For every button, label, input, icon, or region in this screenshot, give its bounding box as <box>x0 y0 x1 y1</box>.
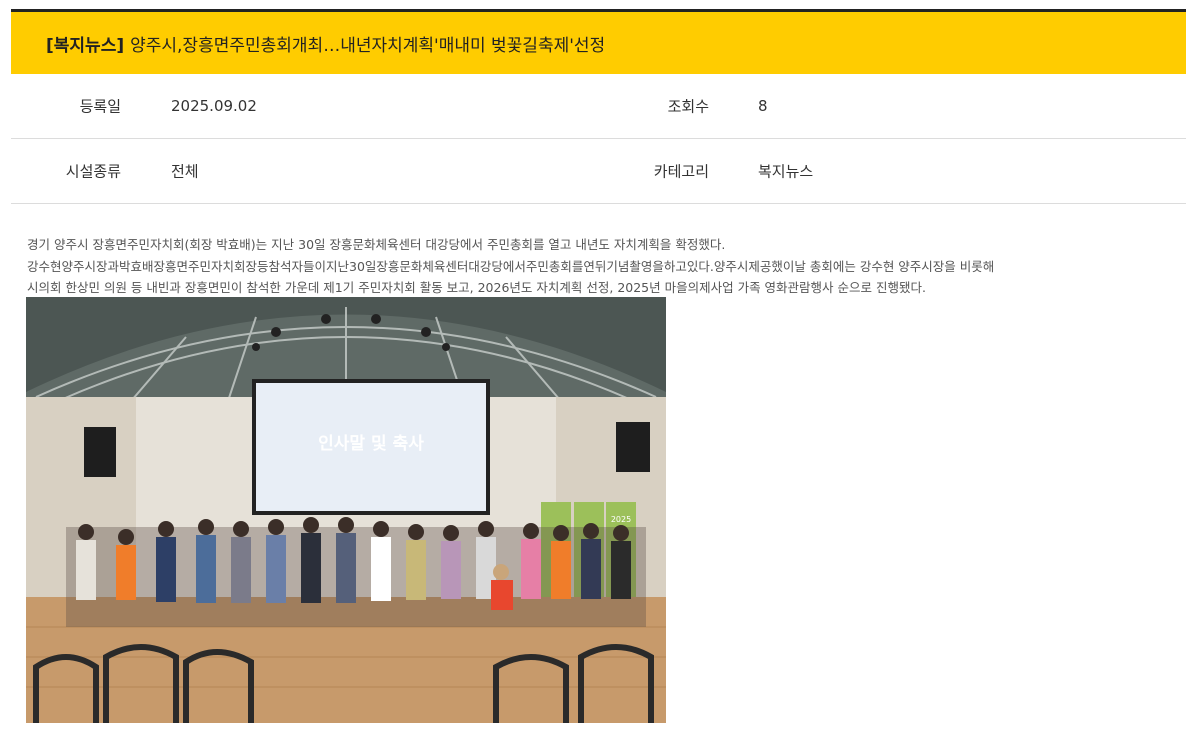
facility-label: 시설종류 <box>65 162 121 181</box>
date-label: 등록일 <box>79 97 121 116</box>
article-photo: 인사말 및 축사 2025 <box>26 297 666 723</box>
meta-row-date-views: 등록일 2025.09.02 조회수 8 <box>11 74 1186 139</box>
article-body: 경기 양주시 장흥면주민자치회(회장 박효배)는 지난 30일 장흥문화체육센터… <box>27 234 1177 299</box>
article-line: 강수현양주시장과박효배장흥면주민자치회장등참석자들이지난30일장흥문화체육센터대… <box>27 258 995 274</box>
article-line: 시의회 한상민 의원 등 내빈과 장흥면민이 참석한 가운데 제1기 주민자치회… <box>27 280 926 295</box>
screen-text: 인사말 및 축사 <box>318 433 424 454</box>
post-title: 양주시,장흥면주민총회개최…내년자치계획'매내미 벚꽃길축제'선정 <box>130 35 606 56</box>
post-title-bar: [복지뉴스] 양주시,장흥면주민총회개최…내년자치계획'매내미 벚꽃길축제'선정 <box>11 12 1186 74</box>
post-category: [복지뉴스] <box>46 35 125 56</box>
facility-value: 전체 <box>171 162 199 181</box>
views-label: 조회수 <box>667 97 709 116</box>
date-value: 2025.09.02 <box>171 97 257 115</box>
category-label: 카테고리 <box>653 162 709 181</box>
article-line: 경기 양주시 장흥면주민자치회(회장 박효배)는 지난 30일 장흥문화체육센터… <box>27 237 726 252</box>
banner-text: 2025 <box>611 515 631 524</box>
meta-row-facility-category: 시설종류 전체 카테고리 복지뉴스 <box>11 139 1186 204</box>
group-photo-illustration: 인사말 및 축사 2025 <box>26 297 666 723</box>
views-value: 8 <box>758 97 768 115</box>
category-value: 복지뉴스 <box>758 162 814 181</box>
